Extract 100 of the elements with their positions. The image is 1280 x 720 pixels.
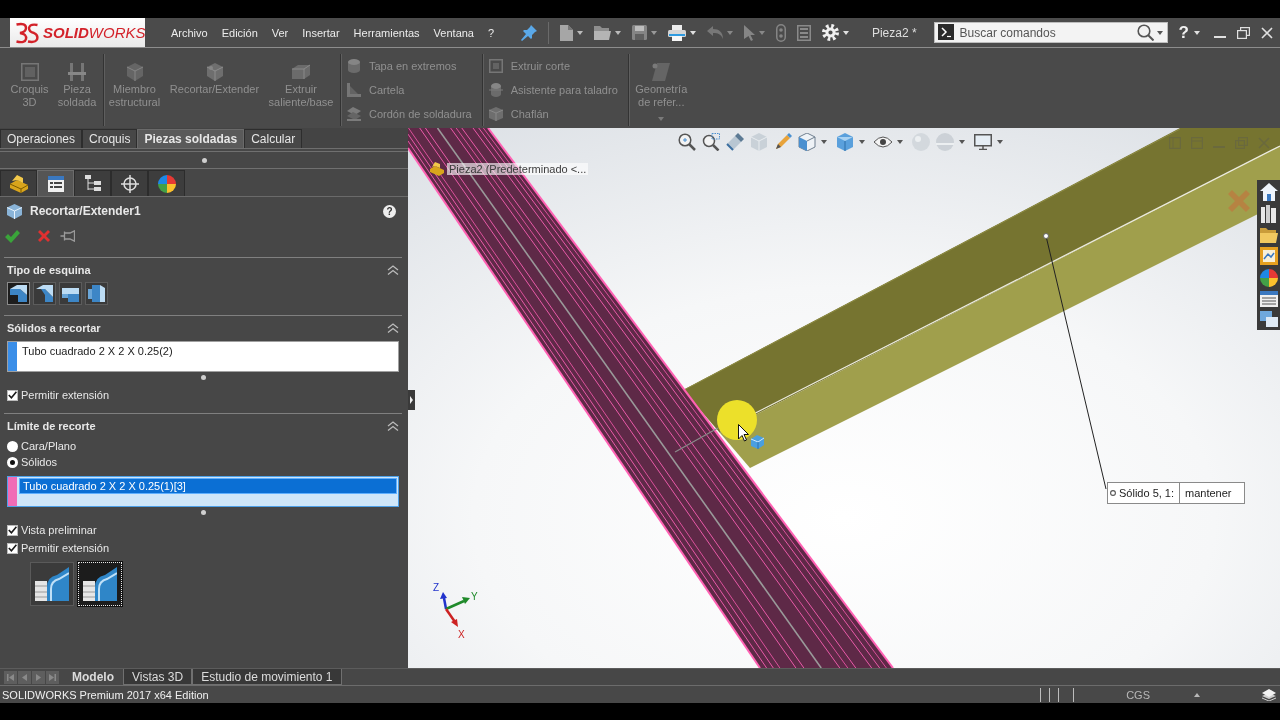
menu-item[interactable]: Edición xyxy=(214,26,265,39)
stack-icon[interactable] xyxy=(1262,688,1276,701)
magnifier-icon[interactable] xyxy=(678,133,696,151)
collapse-icon[interactable] xyxy=(387,323,399,333)
color-wheel-icon[interactable] xyxy=(1259,269,1278,287)
caret-icon[interactable] xyxy=(690,30,697,35)
flashlight-icon[interactable] xyxy=(726,133,744,151)
corner-type-button[interactable] xyxy=(7,282,30,305)
menu-item[interactable]: ? xyxy=(481,26,502,39)
bottom-tab[interactable]: Estudio de movimiento 1 xyxy=(192,669,342,685)
units-menu[interactable]: CGS xyxy=(1126,688,1150,701)
panel-tab[interactable] xyxy=(111,170,148,196)
trim-type-button[interactable] xyxy=(30,562,74,606)
crosshair-icon[interactable] xyxy=(120,174,139,193)
folder-icon[interactable] xyxy=(1259,227,1278,243)
previous-icon[interactable] xyxy=(18,670,31,684)
printer-icon[interactable] xyxy=(668,24,687,41)
list-item[interactable]: Tubo cuadrado 2 X 2 X 0.25(2) xyxy=(19,343,397,359)
part-icon[interactable] xyxy=(9,174,28,193)
command-tab[interactable]: Operaciones xyxy=(0,129,83,148)
selection-list[interactable]: Tubo cuadrado 2 X 2 X 0.25(1)[3] xyxy=(7,476,399,507)
command-tab[interactable]: Piezas soldadas xyxy=(137,129,245,148)
list-icon[interactable] xyxy=(46,174,65,193)
drag-handle-icon[interactable] xyxy=(200,374,206,380)
panel-tab[interactable] xyxy=(74,170,111,196)
tree-icon[interactable] xyxy=(83,174,102,193)
caret-icon[interactable] xyxy=(859,140,865,144)
list-item[interactable]: Tubo cuadrado 2 X 2 X 0.25(1)[3] xyxy=(19,478,397,494)
corner-type-button[interactable] xyxy=(59,282,82,305)
panel-tab[interactable] xyxy=(148,170,185,196)
folder-icon[interactable] xyxy=(594,25,612,40)
radio-label[interactable]: Cara/Plano xyxy=(21,440,77,452)
caret-icon[interactable] xyxy=(615,30,622,35)
collapse-handle-icon[interactable] xyxy=(408,390,415,410)
color-wheel-icon[interactable] xyxy=(157,174,176,193)
next-icon[interactable] xyxy=(32,670,45,684)
corner-type-button[interactable] xyxy=(85,282,108,305)
drag-handle-icon[interactable] xyxy=(201,157,207,163)
radio-label[interactable]: Sólidos xyxy=(21,456,58,468)
books-icon[interactable] xyxy=(1259,205,1278,223)
callout-action[interactable]: mantener xyxy=(1185,487,1232,499)
menu-item[interactable]: Archivo xyxy=(164,26,215,39)
bottom-tab[interactable]: Vistas 3D xyxy=(123,669,193,685)
gear-icon[interactable] xyxy=(822,24,840,41)
menu-item[interactable]: Herramientas xyxy=(346,26,427,39)
command-tab[interactable]: Calcular xyxy=(244,129,303,148)
radio-button[interactable] xyxy=(7,456,18,468)
table-icon[interactable] xyxy=(1259,291,1278,307)
eye-icon[interactable] xyxy=(874,136,892,148)
document-icon[interactable] xyxy=(560,24,574,41)
windows-icon[interactable] xyxy=(1259,311,1278,327)
radio-button[interactable] xyxy=(7,440,18,452)
cube-icon[interactable] xyxy=(798,133,816,151)
pencil-icon[interactable] xyxy=(774,133,792,151)
pin-icon[interactable] xyxy=(521,24,538,41)
collapse-icon[interactable] xyxy=(387,421,399,431)
restore-icon[interactable] xyxy=(1237,26,1250,39)
help-button[interactable]: ? xyxy=(383,204,396,218)
ok-icon[interactable] xyxy=(5,229,20,243)
corner-type-button[interactable] xyxy=(33,282,56,305)
drag-handle-icon[interactable] xyxy=(200,509,206,515)
checkbox-label[interactable]: Vista preliminar xyxy=(21,524,97,536)
panel-tab[interactable] xyxy=(37,170,74,196)
search-field[interactable]: Buscar comandos xyxy=(933,22,1168,43)
command-tab[interactable]: Croquis xyxy=(82,129,138,148)
search-icon[interactable] xyxy=(1136,24,1154,41)
caret-icon[interactable] xyxy=(651,30,658,35)
skip-last-icon[interactable] xyxy=(46,670,59,684)
checkbox[interactable] xyxy=(7,389,18,401)
help-button[interactable]: ? xyxy=(1178,22,1189,43)
feature-tree-item[interactable]: Pieza2 (Predeterminado <... xyxy=(447,163,589,175)
menu-item[interactable]: Ventana xyxy=(426,26,481,39)
caret-icon[interactable] xyxy=(577,30,584,35)
caret-icon[interactable] xyxy=(1194,692,1200,697)
minimize-icon[interactable] xyxy=(1214,35,1226,38)
home-icon[interactable] xyxy=(1259,183,1278,201)
part-icon[interactable] xyxy=(430,162,444,176)
caret-icon[interactable] xyxy=(959,140,965,144)
collapse-icon[interactable] xyxy=(387,265,399,275)
caret-icon[interactable] xyxy=(821,140,827,144)
menu-item[interactable]: Insertar xyxy=(295,26,347,39)
magnifier-icon[interactable] xyxy=(702,133,720,151)
panel-tab[interactable] xyxy=(0,170,37,196)
caret-icon[interactable] xyxy=(897,140,903,144)
caret-icon[interactable] xyxy=(997,140,1003,144)
monitor-icon[interactable] xyxy=(974,134,992,150)
selection-list[interactable]: Tubo cuadrado 2 X 2 X 0.25(2) xyxy=(7,341,399,372)
caret-icon[interactable] xyxy=(1156,31,1163,35)
checkbox[interactable] xyxy=(7,542,18,554)
checkbox-label[interactable]: Permitir extensión xyxy=(21,542,110,554)
close-icon[interactable] xyxy=(1261,26,1273,39)
caret-icon[interactable] xyxy=(843,30,850,35)
pin-icon[interactable] xyxy=(60,230,75,242)
menu-item[interactable]: Ver xyxy=(264,26,296,39)
checkbox[interactable] xyxy=(7,524,18,536)
caret-icon[interactable] xyxy=(1194,30,1200,35)
checkbox-label[interactable]: Permitir extensión xyxy=(21,389,110,401)
skip-first-icon[interactable] xyxy=(4,670,17,684)
cube-icon[interactable] xyxy=(836,133,854,151)
frame-icon[interactable] xyxy=(1259,247,1278,265)
